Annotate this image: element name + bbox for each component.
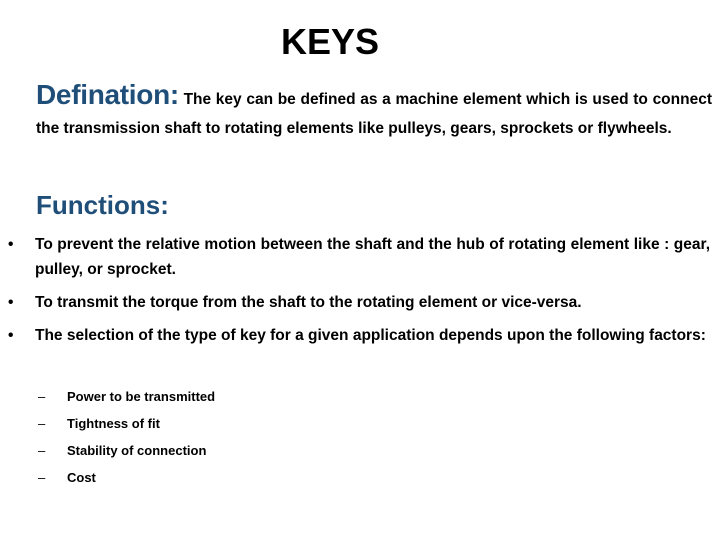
definition-paragraph: Defination: The key can be defined as a …	[36, 80, 712, 143]
dash-icon: –	[38, 470, 46, 485]
factor-item-text: Tightness of fit	[67, 416, 160, 431]
list-item: • The selection of the type of key for a…	[8, 323, 710, 348]
page-title: KEYS	[280, 21, 380, 62]
factor-item: – Stability of connection	[38, 437, 215, 464]
dash-icon: –	[38, 416, 46, 431]
definition-label: Defination:	[36, 79, 179, 110]
factor-item: – Power to be transmitted	[38, 383, 215, 410]
factor-item-text: Power to be transmitted	[67, 389, 216, 404]
list-item-text: To transmit the torque from the shaft to…	[35, 294, 582, 311]
factor-item: – Tightness of fit	[38, 410, 215, 437]
list-item-text: To prevent the relative motion between t…	[35, 236, 710, 278]
dash-icon: –	[38, 443, 46, 458]
factors-list: – Power to be transmitted – Tightness of…	[38, 383, 215, 491]
bullet-icon: •	[8, 236, 14, 253]
factor-item-text: Cost	[67, 470, 96, 485]
list-item: • To prevent the relative motion between…	[8, 232, 710, 282]
functions-heading: Functions:	[36, 190, 169, 220]
functions-list: • To prevent the relative motion between…	[8, 232, 710, 356]
dash-icon: –	[38, 389, 46, 404]
factor-item: – Cost	[38, 464, 215, 491]
bullet-icon: •	[8, 327, 14, 344]
list-item-text: The selection of the type of key for a g…	[35, 327, 706, 344]
bullet-icon: •	[8, 294, 14, 311]
factor-item-text: Stability of connection	[67, 443, 207, 458]
list-item: • To transmit the torque from the shaft …	[8, 290, 710, 315]
